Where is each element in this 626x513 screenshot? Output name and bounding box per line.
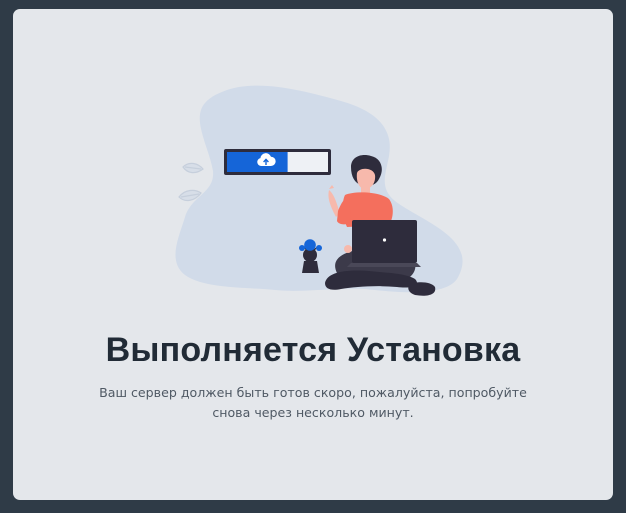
background-blob: [175, 85, 463, 293]
status-message: Ваш сервер должен быть готов скоро, пожа…: [99, 385, 527, 420]
status-card: Выполняется Установка Ваш сервер должен …: [13, 9, 613, 500]
installation-illustration: [175, 85, 463, 296]
page-title: Выполняется Установка: [105, 331, 521, 369]
upload-progress-bar: [224, 149, 331, 175]
leaf-icon: [178, 162, 204, 202]
